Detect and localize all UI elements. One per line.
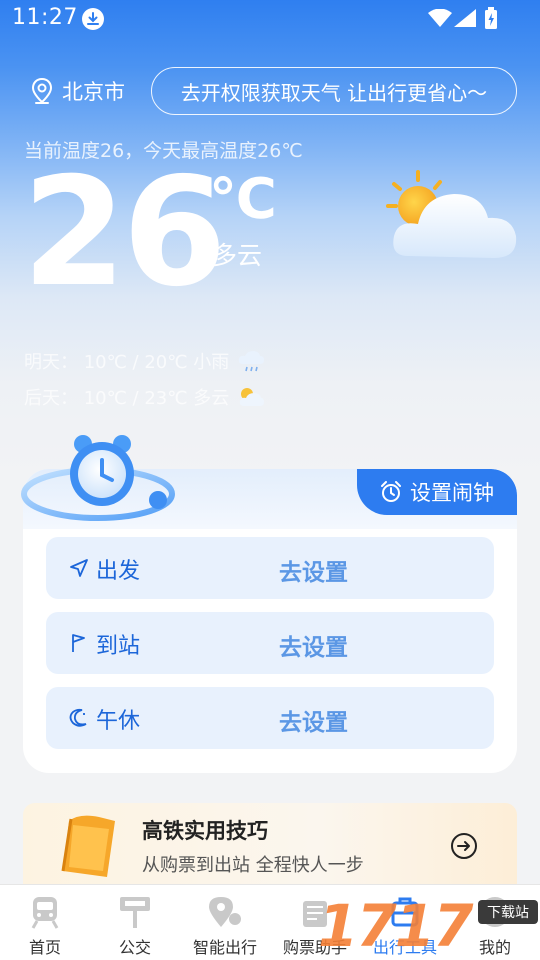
alarm-clock-icon bbox=[381, 481, 401, 502]
forecast-tomorrow: 明天： 10℃ / 20℃ 小雨 bbox=[24, 348, 265, 374]
forecast-day-after-text: 后天： 10℃ / 23℃ 多云 bbox=[24, 388, 230, 409]
nap-alarm-row[interactable]: 午休 去设置 bbox=[46, 687, 494, 749]
wifi-icon bbox=[428, 9, 452, 27]
signal-icon bbox=[454, 9, 476, 27]
nav-label-home: 首页 bbox=[28, 938, 61, 957]
location-selector[interactable]: 北京市 bbox=[30, 76, 125, 106]
arrow-right-circle-icon[interactable] bbox=[450, 832, 478, 860]
set-alarm-tab[interactable]: 设置闹钟 bbox=[357, 469, 517, 515]
navigate-icon bbox=[70, 559, 88, 577]
nav-item-bus[interactable]: 公交 bbox=[90, 885, 180, 960]
battery-icon bbox=[485, 7, 497, 29]
departure-label: 出发 bbox=[96, 559, 141, 584]
tips-title: 高铁实用技巧 bbox=[142, 819, 268, 843]
book-icon bbox=[61, 815, 115, 877]
watermark-badge: 下载站 bbox=[478, 900, 538, 924]
watermark-text: 1717 bbox=[318, 892, 473, 960]
city-name: 北京市 bbox=[62, 80, 125, 104]
download-icon bbox=[82, 8, 104, 30]
bus-stop-icon bbox=[120, 897, 150, 928]
flag-icon bbox=[72, 634, 85, 652]
status-bar: 11:27 bbox=[0, 0, 540, 36]
partly-cloudy-illustration-icon bbox=[386, 170, 517, 258]
train-icon bbox=[31, 897, 59, 929]
nap-label: 午休 bbox=[96, 709, 141, 734]
temperature-unit: ℃ bbox=[209, 167, 277, 232]
forecast-day-after: 后天： 10℃ / 23℃ 多云 bbox=[24, 384, 265, 410]
set-alarm-label: 设置闹钟 bbox=[410, 481, 494, 505]
weather-condition: 多云 bbox=[212, 241, 263, 270]
departure-set-button[interactable]: 去设置 bbox=[279, 553, 348, 587]
arrival-label: 到站 bbox=[96, 634, 141, 659]
nav-item-smart-travel[interactable]: 智能出行 bbox=[180, 885, 270, 960]
departure-alarm-row[interactable]: 出发 去设置 bbox=[46, 537, 494, 599]
arrival-set-button[interactable]: 去设置 bbox=[279, 628, 348, 662]
partly-cloudy-icon bbox=[240, 388, 265, 406]
enable-permission-button[interactable]: 去开权限获取天气 让出行更省心～ bbox=[151, 67, 517, 115]
tips-banner[interactable]: 高铁实用技巧 从购票到出站 全程快人一步 bbox=[23, 803, 517, 885]
status-time: 11:27 bbox=[12, 5, 78, 30]
current-temperature: 26 bbox=[22, 146, 227, 320]
smart-travel-icon bbox=[209, 897, 241, 927]
nav-item-home[interactable]: 首页 bbox=[0, 885, 90, 960]
moon-icon bbox=[69, 708, 87, 727]
nav-label-bus: 公交 bbox=[118, 938, 151, 957]
arrival-alarm-row[interactable]: 到站 去设置 bbox=[46, 612, 494, 674]
rain-cloud-icon bbox=[239, 351, 265, 372]
nav-label-smart-travel: 智能出行 bbox=[192, 938, 257, 957]
nap-set-button[interactable]: 去设置 bbox=[279, 703, 348, 737]
alarm-clock-illustration-icon bbox=[21, 435, 175, 521]
forecast-tomorrow-text: 明天： 10℃ / 20℃ 小雨 bbox=[24, 352, 230, 373]
location-pin-icon bbox=[31, 77, 53, 104]
tips-subtitle: 从购票到出站 全程快人一步 bbox=[142, 855, 364, 876]
